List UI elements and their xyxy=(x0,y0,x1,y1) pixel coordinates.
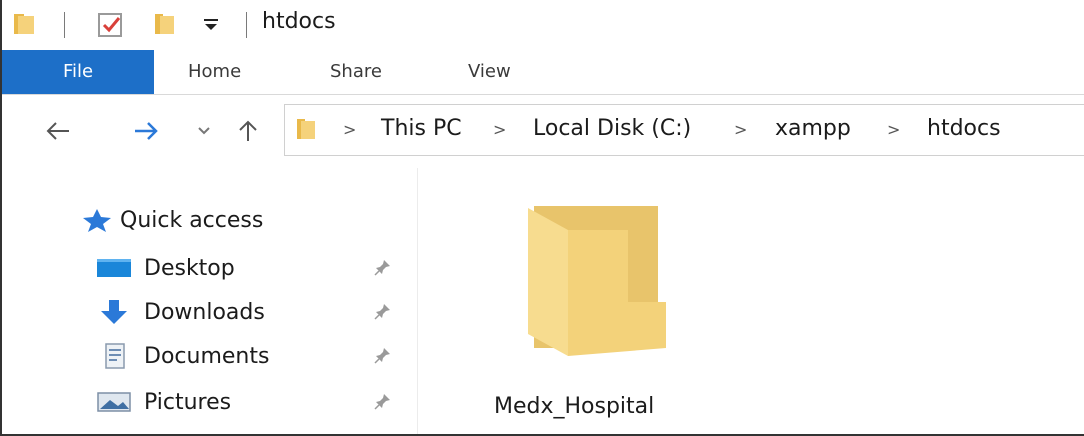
pictures-icon xyxy=(97,392,131,412)
folder-icon xyxy=(96,430,132,434)
nav-item-pictures[interactable]: Pictures xyxy=(96,382,231,422)
star-icon xyxy=(83,209,111,232)
documents-icon xyxy=(105,343,125,369)
forward-arrow-icon xyxy=(135,122,158,140)
folder-name: Medx_Hospital xyxy=(494,394,655,419)
tab-home[interactable]: Home xyxy=(188,50,241,94)
desktop-icon xyxy=(97,259,131,277)
breadcrumb-separator: > xyxy=(734,120,748,139)
folder-icon xyxy=(295,117,319,145)
up-arrow-icon xyxy=(239,120,257,141)
breadcrumb-separator: > xyxy=(887,120,901,139)
folder-icon xyxy=(528,206,666,356)
back-button[interactable] xyxy=(40,113,76,149)
download-icon xyxy=(101,300,127,324)
nav-label: Desktop xyxy=(144,255,235,281)
customize-dropdown-icon[interactable] xyxy=(202,16,220,36)
nav-item-desktop[interactable]: Desktop xyxy=(96,248,235,288)
folder-item[interactable]: Medx_Hospital xyxy=(492,196,702,419)
back-arrow-icon xyxy=(46,122,69,140)
breadcrumb-separator: > xyxy=(493,120,507,139)
nav-label: Pictures xyxy=(144,389,232,415)
chevron-down-icon xyxy=(198,127,210,135)
title-separator xyxy=(64,12,65,38)
forward-button[interactable] xyxy=(128,113,164,149)
nav-quick-access[interactable]: Quick access xyxy=(80,200,263,240)
window-title: htdocs xyxy=(262,9,336,34)
new-folder-icon[interactable] xyxy=(152,12,178,40)
nav-label: Quick access xyxy=(120,207,264,233)
pin-icon[interactable] xyxy=(374,392,392,414)
ribbon-tabs: File Home Share View xyxy=(2,50,1084,95)
nav-item-downloads[interactable]: Downloads xyxy=(96,292,265,332)
breadcrumb-separator: > xyxy=(343,120,357,139)
nav-label: Documents xyxy=(144,343,270,369)
up-button[interactable] xyxy=(230,113,266,149)
breadcrumb-this-pc[interactable]: This PC xyxy=(381,116,462,141)
navigation-pane: Quick access Desktop Downloads Documents… xyxy=(2,168,418,434)
properties-check-icon[interactable] xyxy=(97,11,125,43)
breadcrumb-htdocs[interactable]: htdocs xyxy=(927,116,1001,141)
pin-icon[interactable] xyxy=(374,346,392,368)
recent-locations-button[interactable] xyxy=(186,113,222,149)
nav-item-documents[interactable]: Documents xyxy=(96,336,269,376)
file-explorer-window: htdocs File Home Share View > This PC > … xyxy=(0,0,1084,436)
address-bar[interactable]: > This PC > Local Disk (C:) > xampp > ht… xyxy=(284,104,1084,156)
breadcrumb-xampp[interactable]: xampp xyxy=(775,116,851,141)
folder-icon xyxy=(12,12,38,40)
content-pane: Medx_Hospital xyxy=(418,168,1084,434)
title-separator xyxy=(246,12,247,38)
pin-icon[interactable] xyxy=(374,302,392,324)
navigation-bar: > This PC > Local Disk (C:) > xampp > ht… xyxy=(2,95,1084,167)
tab-share[interactable]: Share xyxy=(330,50,382,94)
tab-view[interactable]: View xyxy=(468,50,511,94)
tab-file[interactable]: File xyxy=(2,50,154,94)
title-bar: htdocs xyxy=(2,0,1084,46)
nav-label: Downloads xyxy=(144,299,265,325)
breadcrumb-local-disk[interactable]: Local Disk (C:) xyxy=(533,116,691,141)
pin-icon[interactable] xyxy=(374,258,392,280)
